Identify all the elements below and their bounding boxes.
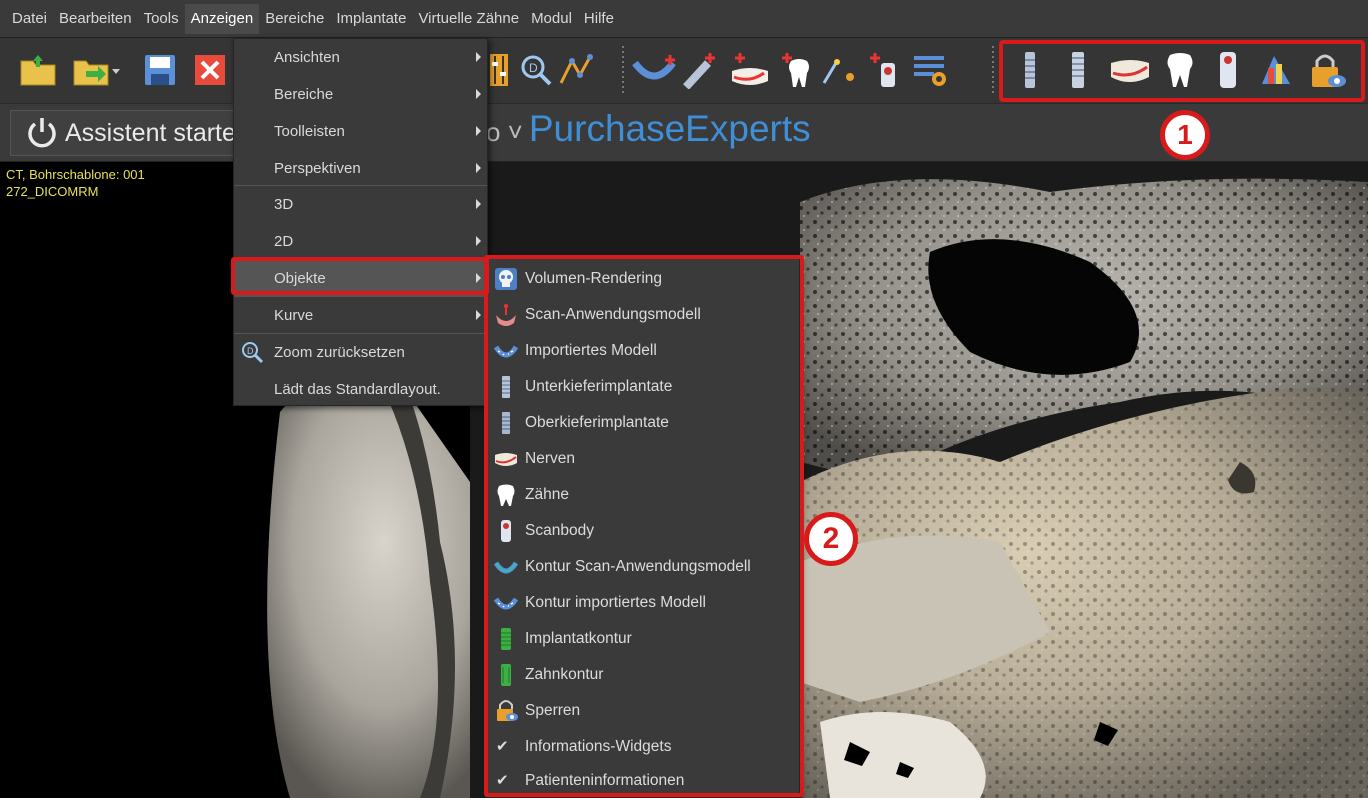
menu-item-label: Toolleisten: [274, 123, 345, 140]
menu-hilfe[interactable]: Hilfe: [578, 4, 620, 34]
menu-bearbeiten[interactable]: Bearbeiten: [53, 4, 138, 34]
power-icon: [28, 118, 56, 148]
patient-info: CT, Bohrschablone: 001 272_DICOMRM: [6, 166, 145, 200]
submenu-arrow-icon: [476, 89, 481, 99]
menu-item-label: Bereiche: [274, 86, 334, 103]
menu-item-label: 2D: [274, 233, 294, 250]
menu-item-kurve[interactable]: Kurve: [234, 297, 487, 334]
add-scanbody-icon[interactable]: [820, 49, 860, 91]
menu-implantate[interactable]: Implantate: [330, 4, 412, 34]
info-line-1: CT, Bohrschablone: 001: [6, 167, 145, 182]
callout-box-objekte: [231, 257, 489, 295]
layout-settings-icon[interactable]: [910, 49, 950, 91]
start-assistant-label: Assistent starte: [65, 118, 236, 147]
callout-number-2: 2: [804, 512, 858, 566]
callout-number-1: 1: [1160, 110, 1210, 160]
open-folder-icon[interactable]: [18, 49, 58, 91]
add-scanbody-2-icon[interactable]: [866, 49, 906, 91]
brand-prefix: o ˅: [486, 117, 523, 147]
menu-item-toolleisten[interactable]: Toolleisten: [234, 113, 487, 150]
zoom-reset-icon: D: [242, 342, 264, 364]
menu-item-zoom-reset[interactable]: D Zoom zurücksetzen: [234, 334, 487, 371]
add-model-icon[interactable]: [632, 49, 678, 91]
toolbar-separator: [622, 46, 624, 96]
menu-virtuelle-zaehne[interactable]: Virtuelle Zähne: [412, 4, 525, 34]
menu-item-label: Kurve: [274, 307, 314, 324]
menu-item-label: Zoom zurücksetzen: [274, 344, 405, 361]
add-nerve-icon[interactable]: [726, 49, 774, 91]
close-x-icon[interactable]: [190, 49, 230, 91]
slider-adjust-icon[interactable]: [484, 49, 514, 91]
menu-bar: Datei Bearbeiten Tools Anzeigen Bereiche…: [0, 0, 1368, 38]
add-implant-icon[interactable]: [678, 49, 722, 91]
add-tooth-icon[interactable]: [778, 49, 818, 91]
menu-item-label: Perspektiven: [274, 160, 361, 177]
menu-item-perspektiven[interactable]: Perspektiven: [234, 150, 487, 187]
menu-item-3d[interactable]: 3D: [234, 186, 487, 223]
menu-tools[interactable]: Tools: [138, 4, 185, 34]
curve-tool-icon[interactable]: [556, 49, 596, 91]
submenu-arrow-icon: [476, 310, 481, 320]
save-icon[interactable]: [140, 49, 180, 91]
menu-item-label: Ansichten: [274, 49, 340, 66]
submenu-arrow-icon: [476, 126, 481, 136]
menu-item-bereiche[interactable]: Bereiche: [234, 76, 487, 113]
menu-bereiche[interactable]: Bereiche: [259, 4, 330, 34]
svg-text:D: D: [529, 61, 538, 75]
callout-box-2: [484, 255, 804, 797]
zoom-icon[interactable]: D: [516, 49, 556, 91]
submenu-arrow-icon: [476, 163, 481, 173]
menu-datei[interactable]: Datei: [6, 4, 53, 34]
brand-name: PurchaseExperts: [528, 108, 811, 149]
menu-item-standard-layout[interactable]: Lädt das Standardlayout.: [234, 371, 487, 408]
menu-item-ansichten[interactable]: Ansichten: [234, 39, 487, 76]
info-line-2: 272_DICOMRM: [6, 184, 99, 199]
menu-item-label: Lädt das Standardlayout.: [274, 381, 441, 398]
submenu-arrow-icon: [476, 199, 481, 209]
submenu-arrow-icon: [476, 236, 481, 246]
svg-text:D: D: [247, 346, 254, 356]
submenu-arrow-icon: [476, 52, 481, 62]
menu-anzeigen[interactable]: Anzeigen: [184, 3, 260, 34]
toolbar-separator: [992, 46, 994, 96]
menu-item-2d[interactable]: 2D: [234, 223, 487, 260]
menu-modul[interactable]: Modul: [525, 4, 578, 34]
open-folder-arrow-icon[interactable]: [72, 49, 122, 91]
start-assistant-button[interactable]: Assistent starte: [10, 110, 238, 156]
anzeigen-menu: Ansichten Bereiche Toolleisten Perspekti…: [233, 38, 488, 406]
callout-box-1: [999, 40, 1365, 102]
menu-item-label: 3D: [274, 196, 294, 213]
brand-logo: o ˅ PurchaseExperts: [486, 108, 811, 150]
